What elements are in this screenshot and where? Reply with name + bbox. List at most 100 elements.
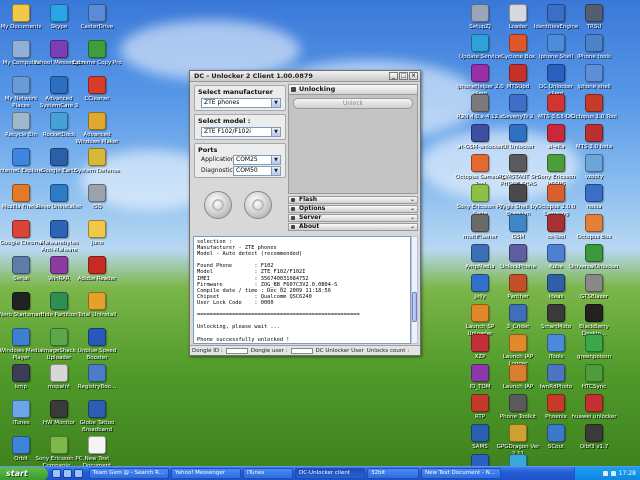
manufacturer-select[interactable]: ZTE phones ▼ xyxy=(201,98,281,108)
app-icon xyxy=(50,364,68,382)
app-icon xyxy=(50,328,68,346)
chevron-down-icon[interactable]: ▼ xyxy=(271,128,280,136)
start-button[interactable]: start xyxy=(0,466,48,480)
close-button[interactable]: × xyxy=(409,72,418,80)
desktop-icon-label: Advanced Windows Maker xyxy=(75,132,119,145)
dongle-id-field xyxy=(225,347,248,354)
log-output[interactable]: selection : Manufacturer - ZTE phones Mode… xyxy=(193,236,411,344)
taskbar-button[interactable]: Yahoo! Messenger xyxy=(171,468,241,479)
app-icon xyxy=(547,94,565,112)
model-select[interactable]: ZTE F102/F102i ▼ xyxy=(201,127,281,137)
app-icon xyxy=(12,40,30,58)
taskbar: start Team Gsm @ - Search R... Yahoo! Mes… xyxy=(0,466,640,480)
app-icon xyxy=(50,76,68,94)
app-icon xyxy=(12,148,30,166)
scroll-thumb[interactable] xyxy=(412,292,417,322)
minimize-button[interactable]: _ xyxy=(389,72,398,80)
taskbar-button[interactable]: Team Gsm @ - Search R... xyxy=(89,468,169,479)
app-icon xyxy=(88,400,106,418)
window-titlebar[interactable]: DC - Unlocker 2 Client 1.00.0879 _ □ × xyxy=(190,71,420,82)
desktop-icon-label: MTS 3.0 beta xyxy=(575,144,613,150)
app-icon xyxy=(547,4,565,22)
app-icon xyxy=(471,4,489,22)
taskbar-button[interactable]: 32bit xyxy=(367,468,419,479)
app-icon xyxy=(547,244,565,262)
desktop-icon-label: greenpoison xyxy=(577,354,611,360)
diagnostic-port-select[interactable]: COM50 ▼ xyxy=(233,166,281,176)
app-icon xyxy=(88,40,106,58)
app-icon xyxy=(585,94,603,112)
volume-icon[interactable] xyxy=(610,471,616,476)
credits-label: Unlocks count : xyxy=(366,347,410,354)
accordion-flash[interactable]: Flash ⌄ xyxy=(288,196,418,204)
accordion-server[interactable]: Server ⌄ xyxy=(288,214,418,222)
quick-launch xyxy=(48,469,87,478)
maximize-button[interactable]: □ xyxy=(399,72,408,80)
app-icon xyxy=(50,40,68,58)
show-desktop-icon[interactable] xyxy=(52,469,61,478)
app-icon xyxy=(547,364,565,382)
unlock-button[interactable]: Unlock xyxy=(293,98,413,109)
log-scrollbar[interactable] xyxy=(411,236,418,344)
app-icon xyxy=(50,220,68,238)
app-icon xyxy=(585,394,603,412)
desktop-icon-label: Octopus Box xyxy=(576,234,612,240)
app-icon xyxy=(471,274,489,292)
desktop-icon-label: GTSBlazer xyxy=(579,294,609,300)
model-group: Select model : ZTE F102/F102i ▼ xyxy=(194,114,286,140)
status-bar: Dongle ID : Dongle user : DC Unlocker Us… xyxy=(190,345,420,355)
desktop-icon-label: Adobe Reader xyxy=(77,276,117,282)
section-bullet-icon xyxy=(291,225,295,229)
app-icon xyxy=(50,400,68,418)
desktop-icon-label: vzooty xyxy=(584,174,604,180)
desktop-icon-label: iPhone tools xyxy=(577,54,611,60)
task-buttons: Team Gsm @ - Search R... Yahoo! Messenger… xyxy=(87,468,501,479)
app-icon xyxy=(509,34,527,52)
tab-unlocking[interactable]: Unlocking xyxy=(289,85,417,95)
dc-unlocker-window[interactable]: DC - Unlocker 2 Client 1.00.0879 _ □ × S… xyxy=(189,70,421,356)
app-icon xyxy=(50,4,68,22)
browser-icon[interactable] xyxy=(63,469,72,478)
app-icon xyxy=(509,124,527,142)
app-icon xyxy=(585,244,603,262)
desktop-icon-label: ISO xyxy=(92,204,102,210)
accordion-about[interactable]: About ⌄ xyxy=(288,223,418,231)
app-icon xyxy=(50,292,68,310)
chevron-down-icon: ⌄ xyxy=(409,196,415,203)
chevron-down-icon[interactable]: ▼ xyxy=(271,99,280,107)
desktop-icon-label: Globe Tattoo Broadband xyxy=(79,420,115,433)
app-icon xyxy=(471,424,489,442)
app-icon xyxy=(12,112,30,130)
search-phone-button[interactable] xyxy=(204,191,232,219)
model-label: Select model : xyxy=(198,117,251,125)
desktop-icon-label: huawei unlocker xyxy=(571,414,617,420)
stop-button[interactable] xyxy=(244,191,272,219)
app-icon xyxy=(547,424,565,442)
desktop-icon-label: System Defense xyxy=(74,168,120,174)
app-icon xyxy=(12,328,30,346)
app-icon xyxy=(471,394,489,412)
media-icon[interactable] xyxy=(74,469,83,478)
desktop-icon[interactable]: Qibf3 v1.7 xyxy=(569,424,619,468)
section-bullet-icon xyxy=(291,207,295,211)
app-icon xyxy=(547,124,565,142)
chevron-down-icon: ⌄ xyxy=(409,214,415,221)
dongle-user-field xyxy=(290,347,313,354)
application-port-select[interactable]: COM25 ▼ xyxy=(233,155,281,165)
taskbar-button[interactable]: iTunes xyxy=(243,468,293,479)
chevron-down-icon[interactable]: ▼ xyxy=(271,167,280,175)
system-tray: 17:28 xyxy=(574,466,640,480)
chevron-down-icon[interactable]: ▼ xyxy=(271,156,280,164)
app-icon xyxy=(585,64,603,82)
network-icon[interactable] xyxy=(602,471,608,476)
app-icon xyxy=(509,394,527,412)
taskbar-button[interactable]: DC-Unlocker client xyxy=(295,468,365,479)
app-icon xyxy=(585,4,603,22)
section-bullet-icon xyxy=(291,198,295,202)
taskbar-button[interactable]: New Text Document - N... xyxy=(421,468,501,479)
accordion-options[interactable]: Options ⌄ xyxy=(288,205,418,213)
app-icon xyxy=(471,184,489,202)
desktop-icon-label: RegistryBoo... xyxy=(77,384,117,390)
section-bullet-icon xyxy=(291,216,295,220)
